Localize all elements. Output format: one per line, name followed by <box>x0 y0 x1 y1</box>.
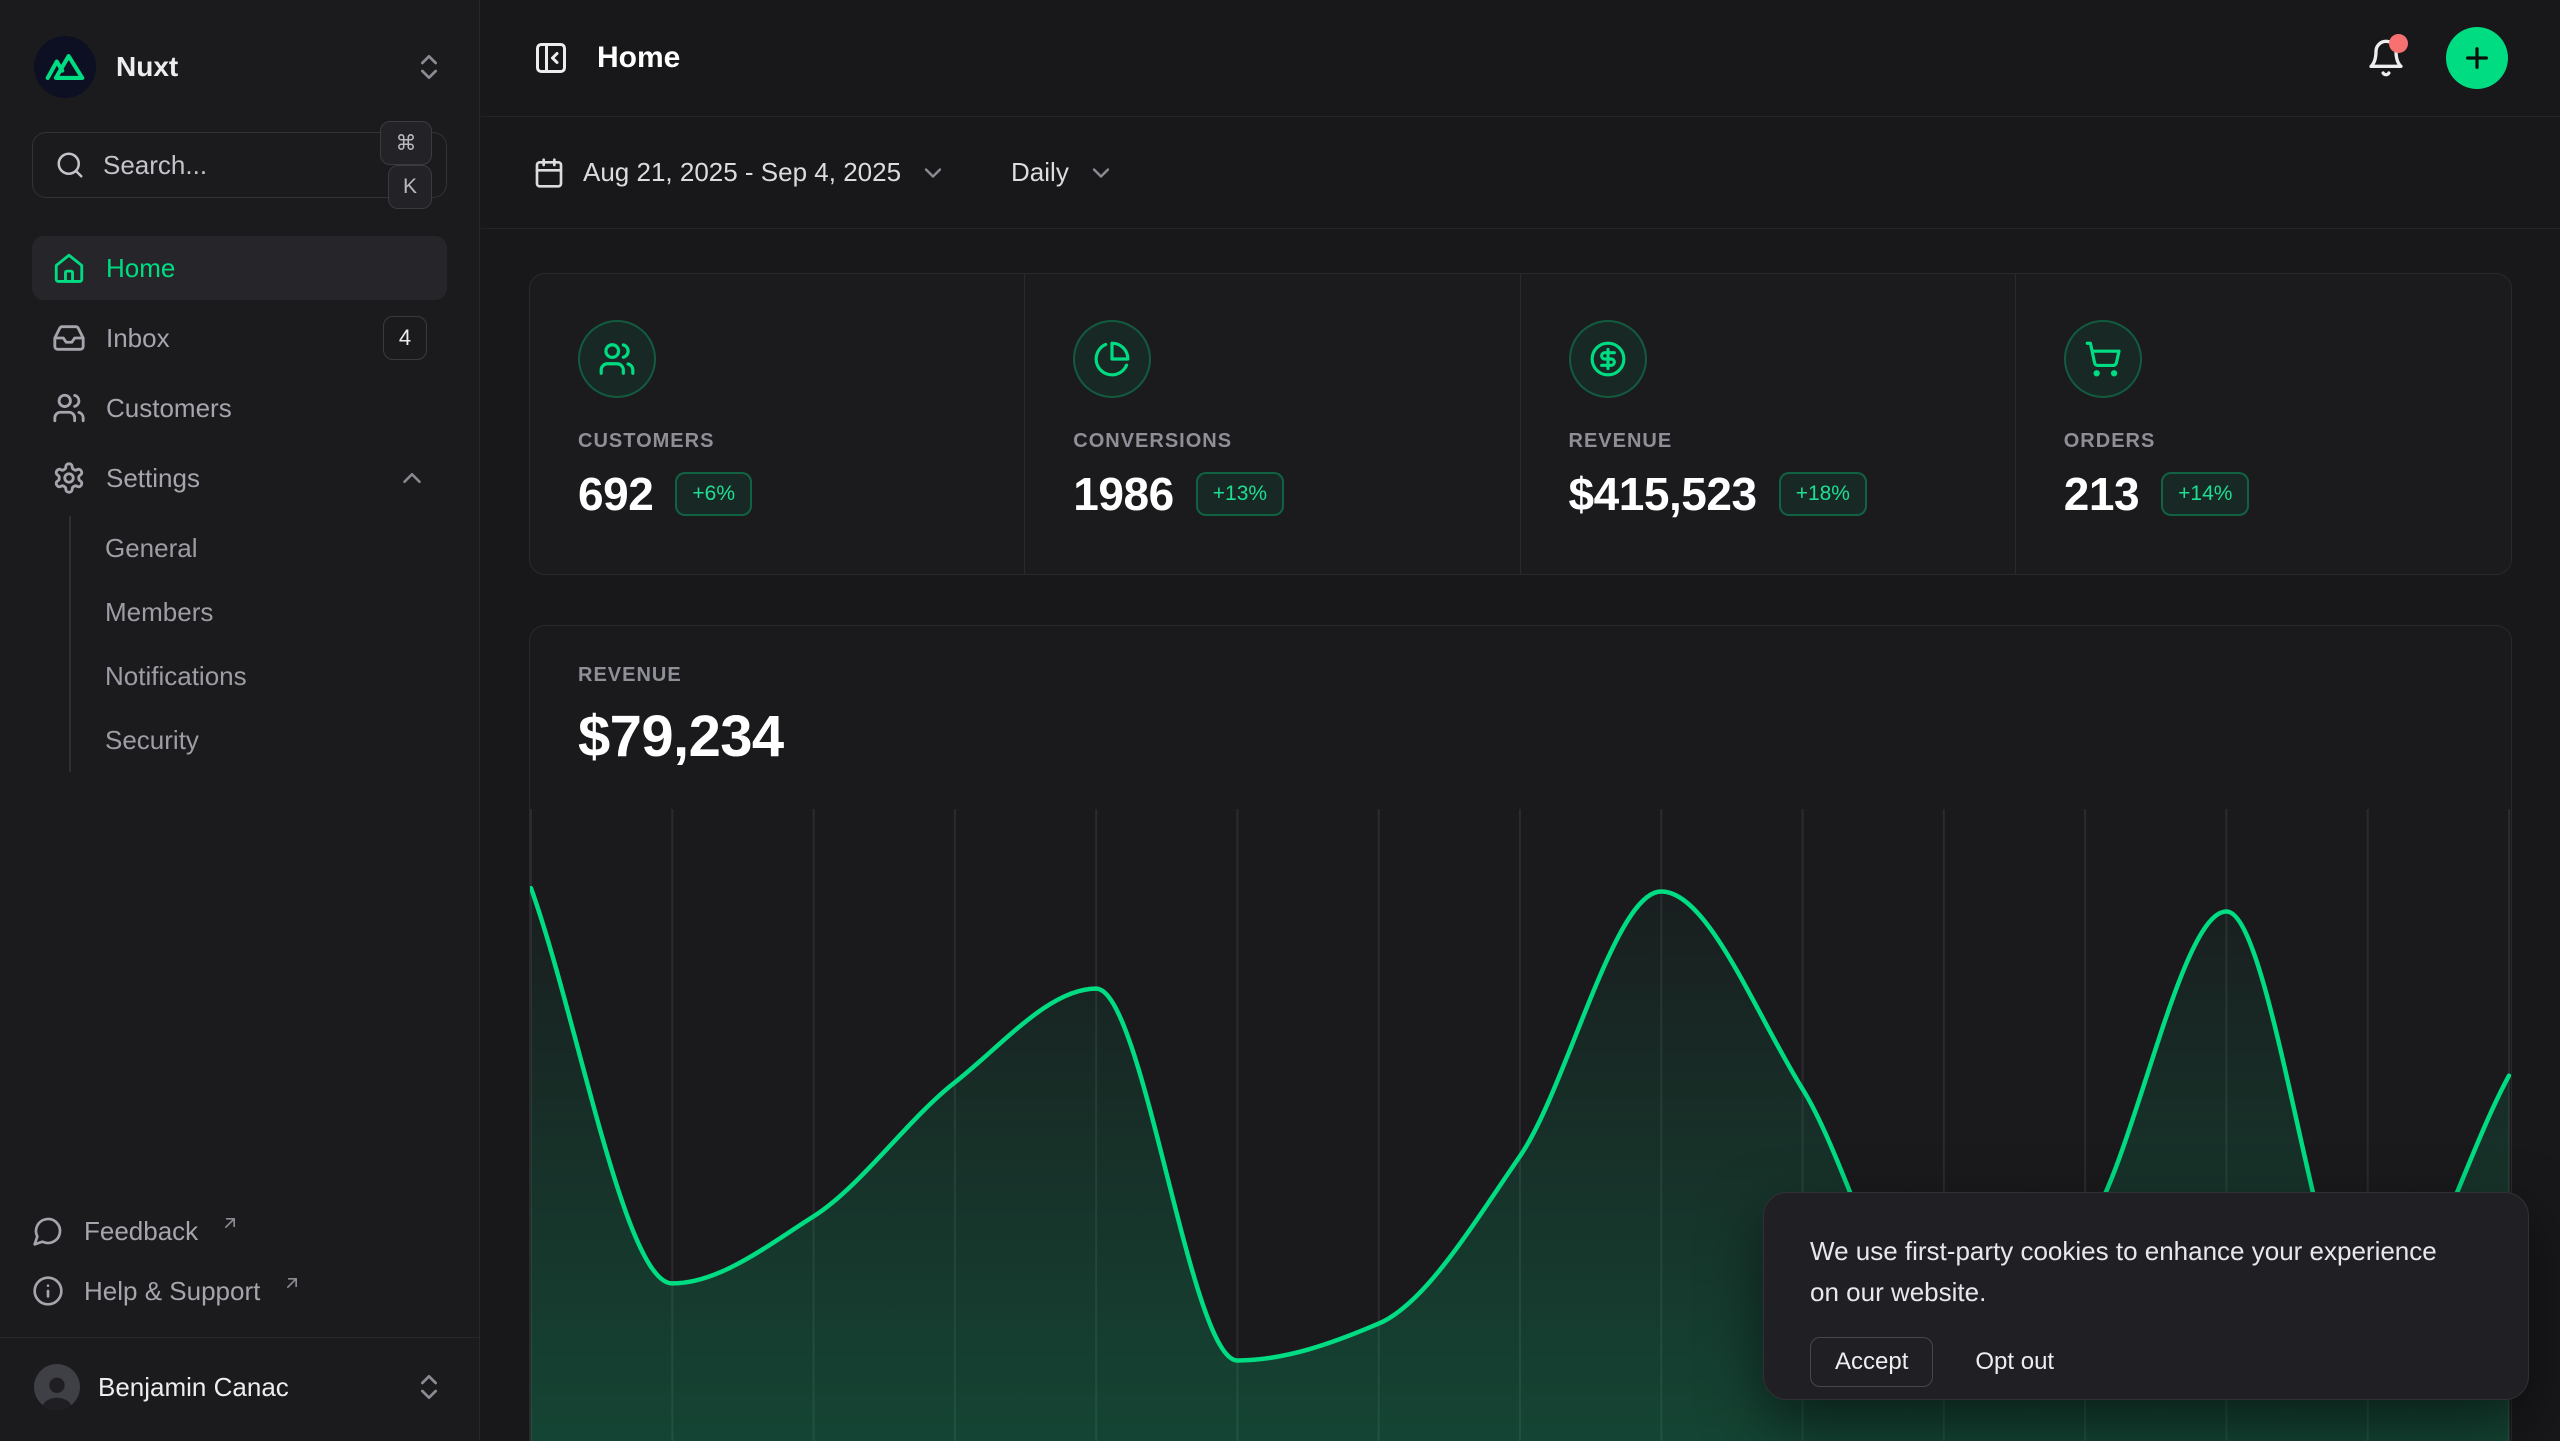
stat-delta-badge: +18% <box>1779 472 1867 516</box>
stat-card-conversions[interactable]: CONVERSIONS 1986 +13% <box>1025 274 1520 574</box>
chevron-down-icon <box>919 159 947 187</box>
chevrons-up-down-icon[interactable] <box>413 51 445 83</box>
sidebar-item-home[interactable]: Home <box>32 236 447 300</box>
stat-label: ORDERS <box>2064 430 2463 453</box>
stat-label: CONVERSIONS <box>1073 430 1471 453</box>
chevron-up-icon <box>397 463 427 493</box>
stat-card-revenue[interactable]: REVENUE $415,523 +18% <box>1521 274 2016 574</box>
calendar-icon <box>533 157 565 189</box>
nuxt-logo <box>34 36 96 98</box>
page-header: Home <box>481 0 2560 117</box>
inbox-count-badge: 4 <box>383 316 427 360</box>
stat-value: $415,523 <box>1569 467 1757 521</box>
notifications-button[interactable] <box>2366 38 2406 78</box>
shopping-cart-icon <box>2064 320 2142 398</box>
filters-toolbar: Aug 21, 2025 - Sep 4, 2025 Daily <box>481 117 2560 229</box>
granularity-label: Daily <box>1011 157 1069 188</box>
avatar <box>34 1364 80 1410</box>
gear-icon <box>52 461 86 495</box>
kbd-cmd: ⌘ <box>380 121 432 165</box>
stat-delta-badge: +14% <box>2161 472 2249 516</box>
optout-cookies-button[interactable]: Opt out <box>1975 1348 2054 1376</box>
sidebar-nav: Home Inbox 4 Customers Settings Genera <box>32 236 447 772</box>
sidebar-item-label: Customers <box>106 393 232 424</box>
date-range-picker[interactable]: Aug 21, 2025 - Sep 4, 2025 <box>533 157 947 189</box>
settings-subnav: General Members Notifications Security <box>69 516 447 772</box>
revenue-chart-label: REVENUE <box>578 664 2463 687</box>
stat-card-customers[interactable]: CUSTOMERS 692 +6% <box>530 274 1025 574</box>
notification-dot <box>2389 34 2408 53</box>
feedback-link[interactable]: Feedback <box>32 1201 447 1261</box>
user-menu[interactable]: Benjamin Canac <box>0 1338 479 1440</box>
arrow-up-right-icon <box>220 1213 240 1233</box>
sidebar-item-label: Notifications <box>105 661 247 692</box>
sidebar-item-label: Settings <box>106 463 200 494</box>
sidebar-item-label: Inbox <box>106 323 170 354</box>
circle-dollar-icon <box>1569 320 1647 398</box>
sidebar-item-settings[interactable]: Settings <box>32 446 447 510</box>
stat-label: REVENUE <box>1569 430 1967 453</box>
help-support-link[interactable]: Help & Support <box>32 1261 447 1321</box>
users-icon <box>52 391 86 425</box>
brand-name: Nuxt <box>116 51 178 83</box>
collapse-sidebar-button[interactable] <box>533 40 569 76</box>
sidebar-item-members[interactable]: Members <box>71 580 447 644</box>
search-input[interactable]: Search... ⌘K <box>32 132 447 198</box>
sidebar-item-label: Members <box>105 597 213 628</box>
stat-delta-badge: +13% <box>1196 472 1284 516</box>
date-range-label: Aug 21, 2025 - Sep 4, 2025 <box>583 157 901 188</box>
search-placeholder: Search... <box>103 150 362 181</box>
cookie-banner: We use first-party cookies to enhance yo… <box>1763 1192 2529 1400</box>
sidebar-item-notifications[interactable]: Notifications <box>71 644 447 708</box>
feedback-label: Feedback <box>84 1216 198 1247</box>
info-icon <box>32 1275 64 1307</box>
stat-delta-badge: +6% <box>675 472 752 516</box>
help-support-label: Help & Support <box>84 1276 260 1307</box>
sidebar-footer-links: Feedback Help & Support <box>0 1201 479 1337</box>
sidebar-item-label: General <box>105 533 198 564</box>
sidebar-item-label: Home <box>106 253 175 284</box>
sidebar-item-general[interactable]: General <box>71 516 447 580</box>
granularity-select[interactable]: Daily <box>1011 157 1115 188</box>
inbox-icon <box>52 321 86 355</box>
stat-card-orders[interactable]: ORDERS 213 +14% <box>2016 274 2511 574</box>
chevron-down-icon <box>1087 159 1115 187</box>
sidebar-item-label: Security <box>105 725 199 756</box>
search-icon <box>55 150 85 180</box>
kbd-k: K <box>388 165 432 209</box>
stat-value: 1986 <box>1073 467 1174 521</box>
page-title: Home <box>597 41 680 75</box>
chevrons-up-down-icon <box>413 1371 445 1403</box>
sidebar: Nuxt Search... ⌘K Home Inbox 4 <box>0 0 480 1440</box>
workspace-switcher[interactable]: Nuxt <box>0 0 479 126</box>
add-button[interactable] <box>2446 27 2508 89</box>
sidebar-item-security[interactable]: Security <box>71 708 447 772</box>
home-icon <box>52 251 86 285</box>
stat-value: 692 <box>578 467 653 521</box>
revenue-chart-value: $79,234 <box>578 703 2463 770</box>
sidebar-item-inbox[interactable]: Inbox 4 <box>32 306 447 370</box>
pie-chart-icon <box>1073 320 1151 398</box>
stats-panel: CUSTOMERS 692 +6% CONVERSIONS 1986 +13% <box>529 273 2512 575</box>
stat-value: 213 <box>2064 467 2139 521</box>
user-name: Benjamin Canac <box>98 1372 289 1403</box>
accept-cookies-button[interactable]: Accept <box>1810 1337 1933 1387</box>
sidebar-item-customers[interactable]: Customers <box>32 376 447 440</box>
stat-label: CUSTOMERS <box>578 430 976 453</box>
cookie-message: We use first-party cookies to enhance yo… <box>1810 1231 2450 1313</box>
users-icon <box>578 320 656 398</box>
arrow-up-right-icon <box>282 1273 302 1293</box>
message-circle-icon <box>32 1215 64 1247</box>
